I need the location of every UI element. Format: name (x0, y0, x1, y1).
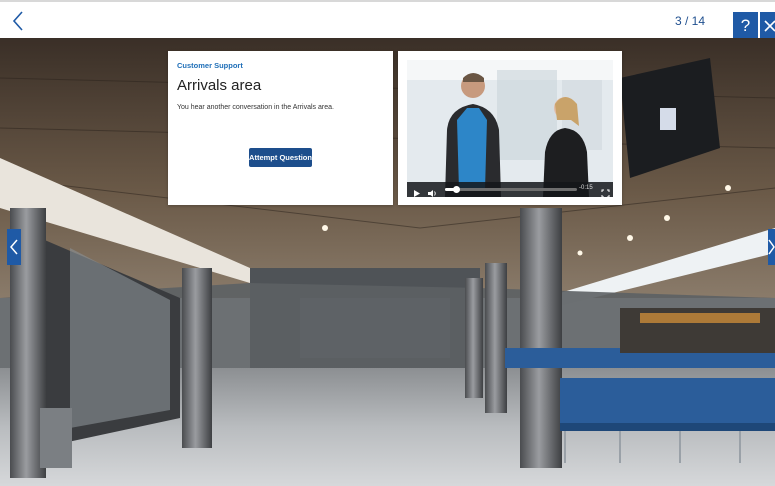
close-button[interactable] (760, 12, 775, 40)
chevron-left-icon (10, 239, 18, 255)
seek-bar[interactable] (445, 186, 577, 193)
card-description: You hear another conversation in the Arr… (177, 104, 334, 111)
next-arrow-button[interactable] (768, 229, 775, 265)
volume-button[interactable] (428, 185, 438, 197)
fullscreen-button[interactable] (601, 185, 610, 197)
close-icon (764, 20, 775, 32)
volume-icon (428, 190, 436, 197)
top-bar: 3 / 14 ? (0, 0, 775, 40)
play-button[interactable] (412, 185, 421, 197)
chevron-right-icon (768, 239, 775, 255)
video-card: -0:15 (398, 51, 622, 205)
video-controls: -0:15 (407, 182, 613, 197)
back-button[interactable] (6, 8, 30, 34)
video-player[interactable]: -0:15 (407, 60, 613, 197)
fullscreen-icon (601, 189, 610, 197)
question-card: Customer Support Arrivals area You hear … (168, 51, 393, 205)
seek-handle[interactable] (452, 186, 460, 193)
play-icon (414, 190, 420, 197)
previous-arrow-button[interactable] (7, 229, 21, 265)
chevron-left-icon (12, 11, 23, 31)
slide-counter: 3 / 14 (674, 14, 706, 28)
help-button[interactable]: ? (733, 12, 758, 40)
video-frame (407, 60, 613, 197)
category-label: Customer Support (177, 61, 243, 70)
card-title: Arrivals area (177, 77, 262, 94)
attempt-question-button[interactable]: Attempt Question (249, 148, 312, 167)
time-remaining: -0:15 (579, 185, 593, 191)
